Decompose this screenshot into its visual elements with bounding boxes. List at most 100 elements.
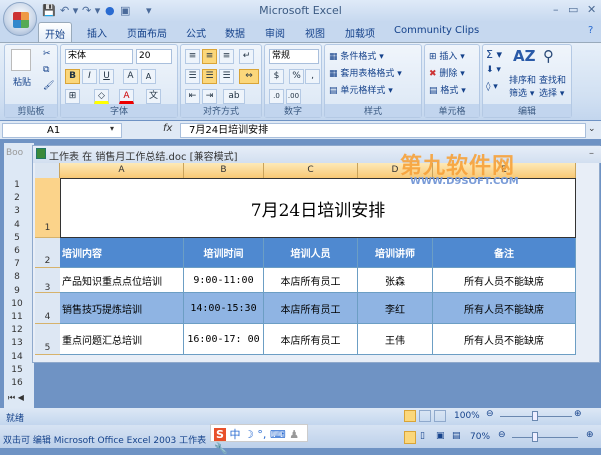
delete-cells-button[interactable]: ✖ 删除 ▾ — [429, 66, 465, 79]
increase-indent-icon[interactable]: ⇥ — [202, 89, 217, 104]
zoom-out-button[interactable]: ⊖ — [486, 409, 494, 419]
header-cell[interactable]: 培训内容 — [60, 238, 184, 268]
word-zoom-slider[interactable] — [512, 437, 578, 438]
outer-row-header[interactable]: 16 — [4, 378, 30, 388]
comma-button[interactable]: , — [305, 69, 320, 84]
outer-row-header[interactable]: 8 — [4, 272, 30, 282]
outer-row-header[interactable]: 7 — [4, 259, 30, 269]
border-icon[interactable]: ⊞ — [65, 89, 80, 104]
wrap-text-icon[interactable]: ↵ — [239, 49, 254, 64]
user-icon[interactable]: ♟ — [289, 428, 299, 441]
align-right-icon[interactable]: ☰ — [219, 69, 234, 84]
align-left-icon[interactable]: ☰ — [185, 69, 200, 84]
fill-color-icon[interactable]: ◇ — [94, 89, 109, 104]
table-cell[interactable]: 14:00-15:30 — [184, 293, 264, 324]
tab-insert[interactable]: 插入 — [87, 25, 107, 40]
decrease-decimal-icon[interactable]: .00 — [286, 89, 301, 104]
copy-icon[interactable]: ⧉ — [43, 65, 49, 75]
outer-row-header[interactable]: 13 — [4, 338, 30, 348]
increase-decimal-icon[interactable]: .0 — [269, 89, 284, 104]
tab-view[interactable]: 视图 — [305, 25, 325, 40]
ime-mode[interactable]: 中 — [229, 428, 240, 441]
column-header[interactable]: B — [184, 163, 264, 178]
tab-home[interactable]: 开始 — [38, 22, 72, 42]
table-cell[interactable]: 产品知识重点点位培训 — [60, 268, 184, 293]
sogou-icon[interactable]: S — [214, 428, 226, 441]
underline-button[interactable]: U — [99, 69, 114, 84]
ime-toolbar[interactable]: S 中 ☽ °, ⌨ ♟ 🔧 — [210, 424, 308, 455]
table-cell[interactable]: 重点问题汇总培训 — [60, 324, 184, 355]
select-all-button[interactable] — [35, 163, 60, 178]
shrink-font-icon[interactable]: A — [141, 69, 156, 84]
table-cell[interactable]: 本店所有员工 — [264, 293, 358, 324]
format-as-table-button[interactable]: ▦ 套用表格格式 ▾ — [329, 66, 402, 79]
tab-community-clips[interactable]: Community Clips — [394, 25, 479, 36]
table-cell[interactable]: 本店所有员工 — [264, 324, 358, 355]
web-view-icon[interactable]: ▣ — [436, 431, 445, 441]
column-header[interactable]: A — [60, 163, 184, 178]
sheet-nav-icon[interactable]: ⏮ ◀ — [8, 393, 24, 403]
tab-page-layout[interactable]: 页面布局 — [127, 25, 167, 40]
reading-view-icon[interactable]: ▯ — [420, 431, 425, 441]
keyboard-icon[interactable]: ⌨ — [270, 428, 286, 441]
tab-data[interactable]: 数据 — [225, 25, 245, 40]
word-zoom-thumb[interactable] — [532, 432, 538, 442]
bold-button[interactable]: B — [65, 69, 80, 84]
insert-function-button[interactable]: fx — [163, 123, 172, 134]
row-header[interactable]: 5 — [35, 324, 60, 355]
font-color-icon[interactable]: A — [119, 89, 134, 104]
name-box[interactable]: A1 — [2, 123, 122, 138]
align-middle-icon[interactable]: ≡ — [202, 49, 217, 64]
header-cell[interactable]: 备注 — [433, 238, 576, 268]
punct-icon[interactable]: °, — [257, 428, 266, 441]
paste-icon[interactable] — [11, 49, 31, 71]
paste-button[interactable]: 粘贴 — [13, 75, 31, 88]
outer-row-header[interactable]: 2 — [4, 193, 30, 203]
number-format-select[interactable]: 常规 — [269, 49, 319, 64]
table-cell[interactable]: 李红 — [358, 293, 433, 324]
outer-row-header[interactable]: 10 — [4, 299, 30, 309]
row-header[interactable]: 4 — [35, 293, 60, 324]
merge-center-icon[interactable]: ⇔ — [239, 69, 259, 84]
cut-icon[interactable]: ✂ — [43, 49, 51, 59]
row-header[interactable]: 3 — [35, 268, 60, 293]
outer-row-header[interactable]: 6 — [4, 246, 30, 256]
font-name-select[interactable]: 宋体 — [65, 49, 133, 64]
word-zoom-level[interactable]: 70% — [470, 432, 490, 442]
outer-row-header[interactable]: 5 — [4, 233, 30, 243]
format-painter-icon[interactable]: 🖌 — [43, 81, 54, 91]
page-break-view-icon[interactable] — [434, 410, 446, 422]
page-layout-view-icon[interactable] — [419, 410, 431, 422]
outer-row-header[interactable]: 14 — [4, 352, 30, 362]
table-cell[interactable]: 所有人员不能缺席 — [433, 324, 576, 355]
tab-addins[interactable]: 加载项 — [345, 25, 375, 40]
title-cell[interactable]: 7月24日培训安排 — [60, 178, 576, 238]
align-top-icon[interactable]: ≡ — [185, 49, 200, 64]
autosum-icon[interactable]: Σ ▾ — [486, 48, 502, 61]
phonetic-icon[interactable]: 文 — [146, 89, 161, 104]
close-button[interactable]: ✕ — [587, 3, 596, 16]
outer-row-header[interactable]: 4 — [4, 220, 30, 230]
sort-filter-icon[interactable]: AZ — [513, 47, 536, 65]
decrease-indent-icon[interactable]: ⇤ — [185, 89, 200, 104]
orientation-icon[interactable]: ab — [223, 89, 245, 104]
table-cell[interactable]: 销售技巧提炼培训 — [60, 293, 184, 324]
header-cell[interactable]: 培训时间 — [184, 238, 264, 268]
header-cell[interactable]: 培训人员 — [264, 238, 358, 268]
cell-styles-button[interactable]: ▤ 单元格样式 ▾ — [329, 83, 393, 96]
tab-review[interactable]: 审阅 — [265, 25, 285, 40]
zoom-slider-thumb[interactable] — [532, 411, 538, 421]
fill-icon[interactable]: ⬇ ▾ — [486, 65, 501, 75]
align-center-icon[interactable]: ☰ — [202, 69, 217, 84]
embedded-minimize-button[interactable]: – — [589, 148, 594, 159]
align-bottom-icon[interactable]: ≡ — [219, 49, 234, 64]
percent-button[interactable]: % — [289, 69, 304, 84]
table-cell[interactable]: 9:00-11:00 — [184, 268, 264, 293]
name-box-dropdown-icon[interactable]: ▾ — [110, 124, 114, 133]
row-header[interactable]: 1 — [35, 178, 60, 238]
help-icon[interactable]: ? — [588, 25, 593, 36]
outer-row-header[interactable]: 15 — [4, 365, 30, 375]
header-cell[interactable]: 培训讲师 — [358, 238, 433, 268]
zoom-in-button[interactable]: ⊕ — [574, 409, 582, 419]
italic-button[interactable]: I — [82, 69, 97, 84]
